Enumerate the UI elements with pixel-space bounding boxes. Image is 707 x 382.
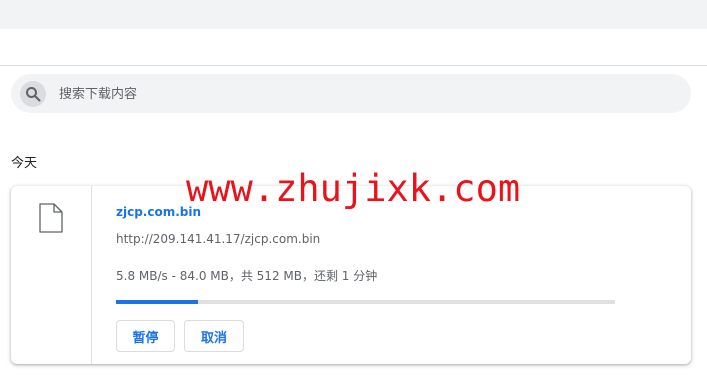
card-divider (91, 186, 92, 364)
pause-button[interactable]: 暂停 (116, 320, 175, 352)
search-bar[interactable] (11, 74, 691, 115)
cancel-button[interactable]: 取消 (184, 320, 244, 352)
file-name-link[interactable]: zjcp.com.bin (116, 205, 201, 219)
download-item-card: zjcp.com.bin http://209.141.41.17/zjcp.c… (11, 186, 691, 364)
header-divider (0, 65, 707, 66)
file-icon (39, 203, 63, 237)
download-progress-fill (116, 300, 198, 304)
search-icon[interactable] (20, 81, 46, 107)
top-bar (0, 0, 707, 29)
date-section-label: 今天 (11, 156, 38, 171)
download-progress-bar (116, 300, 615, 304)
search-input[interactable] (57, 74, 661, 115)
download-status: 5.8 MB/s - 84.0 MB，共 512 MB，还剩 1 分钟 (116, 269, 378, 283)
file-url: http://209.141.41.17/zjcp.com.bin (116, 232, 321, 246)
